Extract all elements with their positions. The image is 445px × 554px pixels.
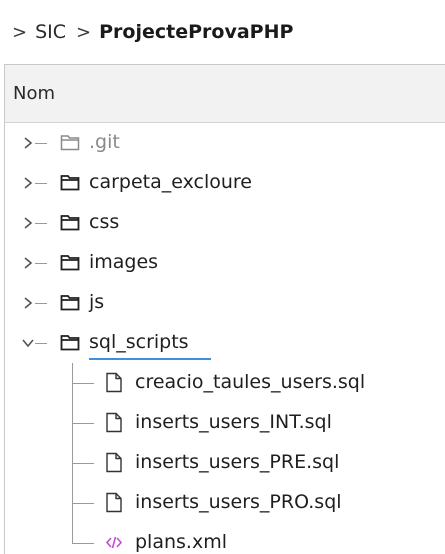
chevron-right-icon[interactable]: [21, 216, 35, 230]
tree-item-images[interactable]: images: [5, 243, 442, 283]
file-icon: [106, 492, 122, 513]
tree-item-label: js: [89, 291, 105, 313]
tree-item-inserts-users-pre[interactable]: inserts_users_PRE.sql: [5, 443, 442, 483]
file-tree-panel: Nom .git carpeta_excloure css images js …: [4, 64, 445, 554]
tree-item-label: images: [89, 251, 159, 273]
tree-item-git[interactable]: .git: [5, 123, 442, 163]
tree-item-label: inserts_users_PRE.sql: [135, 451, 340, 473]
tree-item-plans-xml[interactable]: plans.xml: [5, 523, 442, 554]
tree-item-js[interactable]: js: [5, 283, 442, 323]
column-header-name[interactable]: Nom: [5, 65, 445, 123]
selection-underline: [89, 358, 211, 360]
file-icon: [106, 452, 122, 473]
chevron-right-icon[interactable]: [21, 256, 35, 270]
breadcrumb: > SIC > ProjecteProvaPHP: [0, 0, 445, 64]
breadcrumb-item-current[interactable]: ProjecteProvaPHP: [99, 21, 293, 43]
tree-item-label: inserts_users_PRO.sql: [135, 491, 342, 513]
tree-item-css[interactable]: css: [5, 203, 442, 243]
chevron-right-icon: >: [76, 21, 92, 43]
chevron-right-icon[interactable]: [21, 296, 35, 310]
tree-item-creacio-taules-users[interactable]: creacio_taules_users.sql: [5, 363, 442, 403]
tree-item-label: carpeta_excloure: [89, 171, 252, 193]
breadcrumb-item-sic[interactable]: SIC: [35, 21, 66, 43]
folder-open-icon: [60, 335, 80, 351]
tree-item-inserts-users-int[interactable]: inserts_users_INT.sql: [5, 403, 442, 443]
tree-item-sql-scripts[interactable]: sql_scripts: [5, 323, 442, 363]
tree-item-label: .git: [89, 131, 120, 153]
tree-item-carpeta-excloure[interactable]: carpeta_excloure: [5, 163, 442, 203]
chevron-right-icon: >: [12, 21, 28, 43]
xml-code-icon: [105, 536, 123, 549]
tree-item-label: sql_scripts: [89, 331, 189, 353]
tree-item-inserts-users-pro[interactable]: inserts_users_PRO.sql: [5, 483, 442, 523]
column-header-label: Nom: [13, 83, 56, 104]
folder-icon: [60, 255, 80, 271]
chevron-right-icon[interactable]: [21, 176, 35, 190]
folder-icon: [60, 135, 80, 151]
tree-item-label: creacio_taules_users.sql: [135, 371, 366, 393]
folder-icon: [60, 295, 80, 311]
chevron-right-icon[interactable]: [21, 136, 35, 150]
file-icon: [106, 412, 122, 433]
tree-item-label: css: [89, 211, 120, 233]
folder-icon: [60, 175, 80, 191]
tree-item-label: plans.xml: [135, 531, 227, 553]
chevron-down-icon[interactable]: [21, 336, 35, 350]
folder-icon: [60, 215, 80, 231]
file-icon: [106, 372, 122, 393]
tree-item-label: inserts_users_INT.sql: [135, 411, 332, 433]
